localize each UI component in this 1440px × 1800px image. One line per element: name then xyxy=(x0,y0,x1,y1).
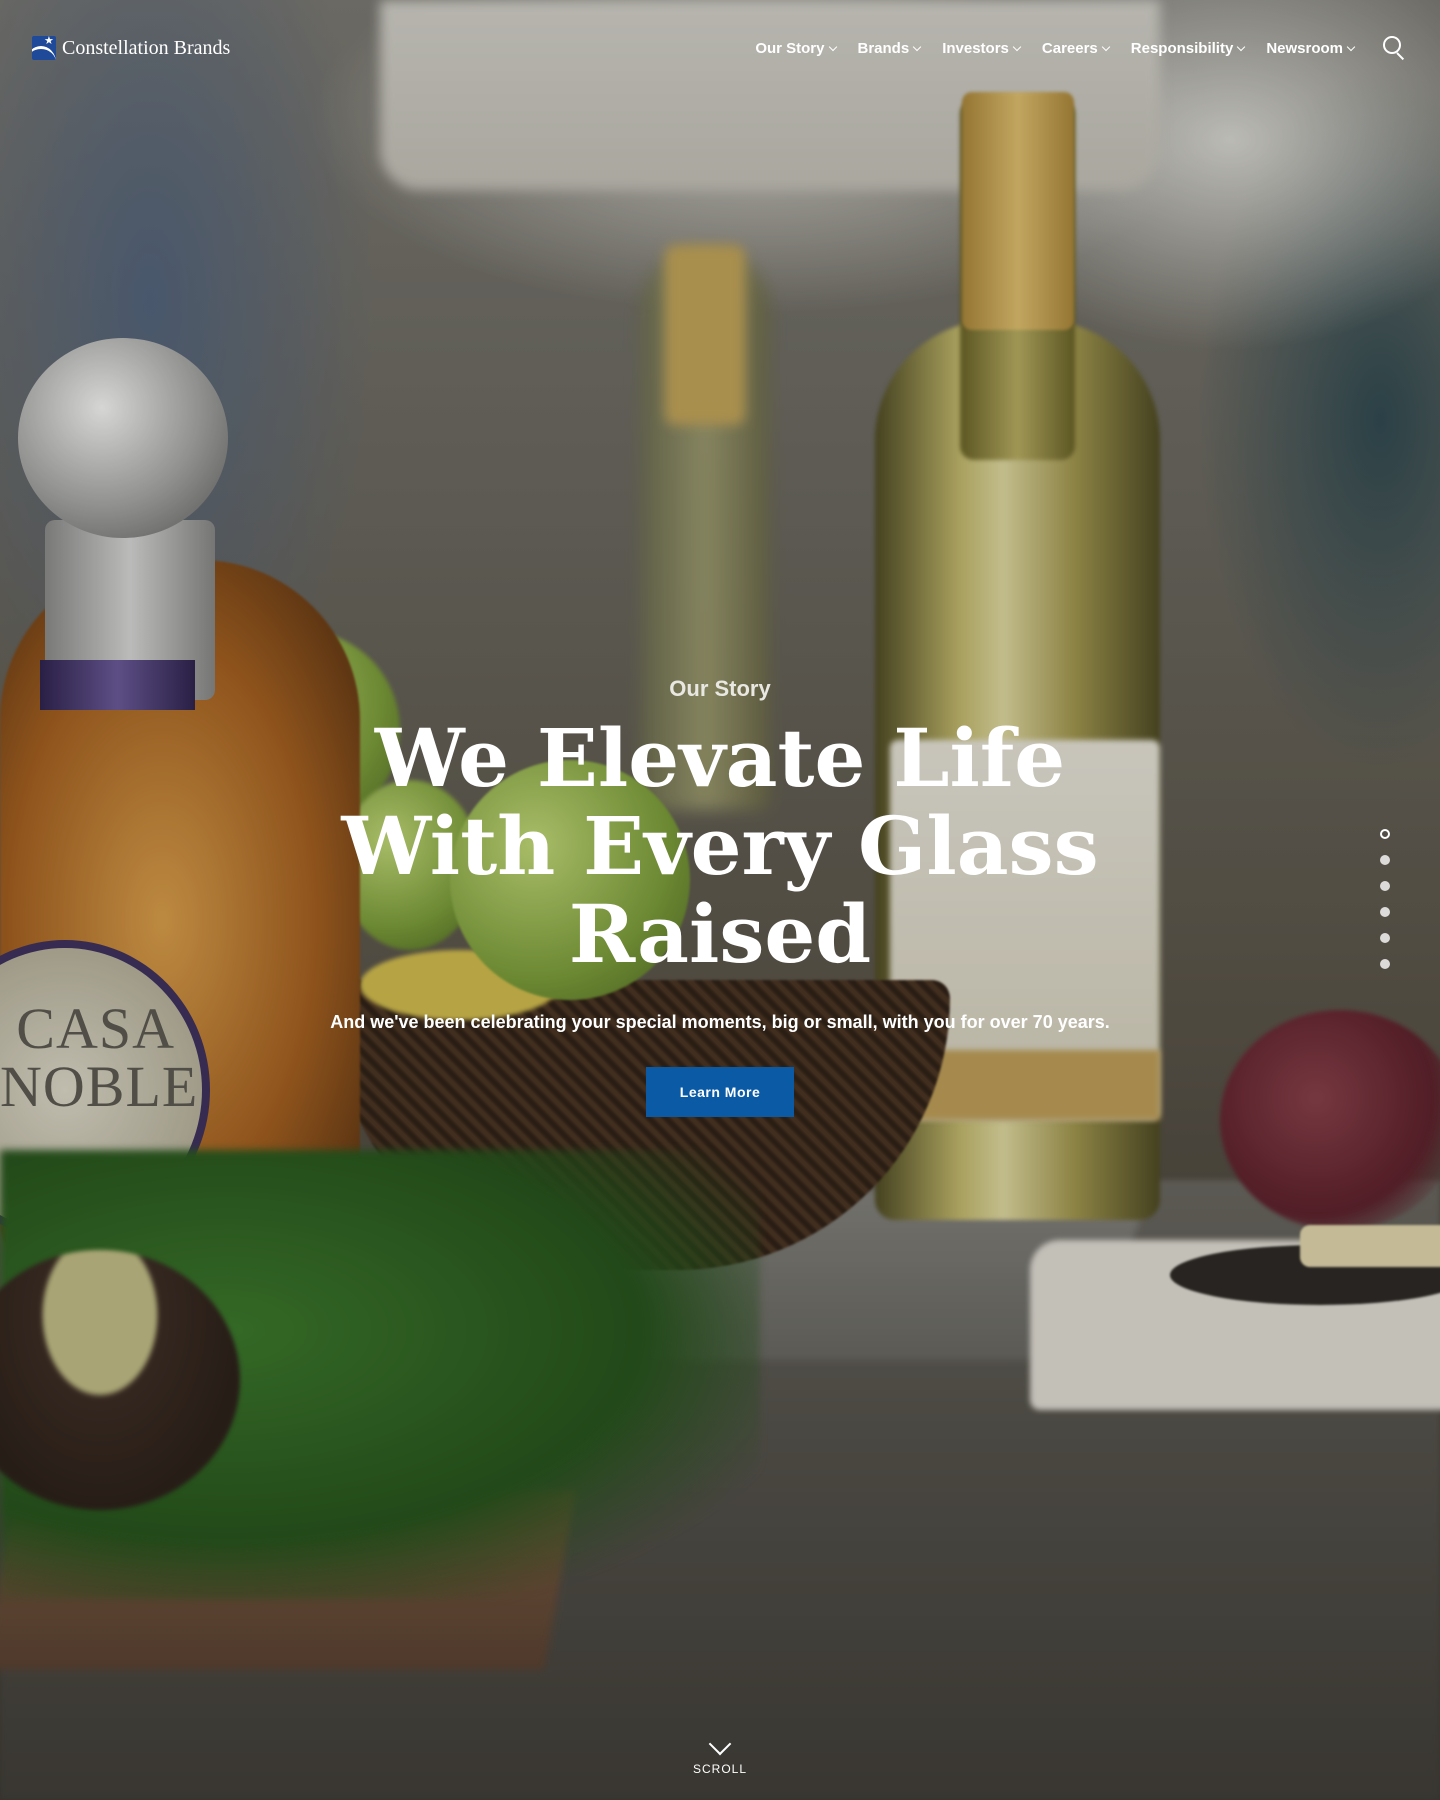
pagination-dot[interactable] xyxy=(1380,959,1390,969)
slide-pagination xyxy=(1380,829,1390,969)
background-bowl xyxy=(0,1250,240,1510)
site-header: Constellation Brands Our Story Brands In… xyxy=(0,0,1440,96)
hero-eyebrow: Our Story xyxy=(669,676,771,701)
background-cutting-board xyxy=(0,1490,576,1670)
background-tequila-stopper xyxy=(18,338,228,538)
nav-item-label: Brands xyxy=(857,39,910,57)
chevron-down-icon xyxy=(1346,42,1356,52)
background-plate xyxy=(1170,1245,1440,1305)
hero-headline: We Elevate Life With Every Glass Raised xyxy=(341,711,1099,981)
background-wine-bottle-rear-cap xyxy=(665,245,745,425)
nav-item-label: Newsroom xyxy=(1266,39,1343,57)
learn-more-button[interactable]: Learn More xyxy=(646,1067,794,1117)
chevron-down-icon xyxy=(1237,42,1246,52)
background-wine-bottle-cap xyxy=(962,92,1074,330)
main-nav: Our Story Brands Investors Careers Respo… xyxy=(755,35,1408,61)
pagination-dot[interactable] xyxy=(1380,933,1390,943)
nav-item-responsibility[interactable]: Responsibility xyxy=(1130,39,1246,57)
background-tequila-neck xyxy=(45,520,215,700)
nav-item-careers[interactable]: Careers xyxy=(1041,39,1111,57)
background-herbs xyxy=(0,1150,760,1600)
background-napkin xyxy=(1030,1240,1440,1410)
nav-item-label: Investors xyxy=(942,39,1009,57)
nav-item-label: Careers xyxy=(1041,39,1098,57)
hero-section: CASA NOBLE Constellation Brands Our Stor… xyxy=(0,0,1440,1800)
scroll-label: SCROLL xyxy=(692,1762,748,1776)
logo-link[interactable]: Constellation Brands xyxy=(32,36,230,60)
chevron-down-icon xyxy=(708,1732,732,1756)
nav-item-brands[interactable]: Brands xyxy=(857,39,922,57)
nav-item-label: Responsibility xyxy=(1130,39,1234,57)
background-cheese xyxy=(1300,1225,1440,1267)
chevron-down-icon xyxy=(912,42,922,52)
search-icon[interactable] xyxy=(1382,35,1408,61)
background-placemat xyxy=(569,1190,1151,1360)
hero-content: Our Story We Elevate Life With Every Gla… xyxy=(0,676,1440,1117)
chevron-down-icon xyxy=(1012,42,1022,52)
chevron-down-icon xyxy=(828,42,837,52)
pagination-dot[interactable] xyxy=(1380,855,1390,865)
background-table xyxy=(0,1180,1440,1800)
logo-text: Constellation Brands xyxy=(62,36,231,59)
background-wine-bottle-neck xyxy=(960,100,1075,460)
pagination-dot-active[interactable] xyxy=(1380,829,1390,839)
scroll-indicator[interactable]: SCROLL xyxy=(680,1732,760,1776)
nav-item-newsroom[interactable]: Newsroom xyxy=(1266,39,1356,57)
nav-item-our-story[interactable]: Our Story xyxy=(755,39,837,57)
nav-item-label: Our Story xyxy=(755,39,825,57)
logo-star-icon xyxy=(32,36,56,60)
pagination-dot[interactable] xyxy=(1380,907,1390,917)
pagination-dot[interactable] xyxy=(1380,881,1390,891)
hero-subline: And we've been celebrating your special … xyxy=(330,1012,1110,1032)
chevron-down-icon xyxy=(1101,42,1111,52)
nav-item-investors[interactable]: Investors xyxy=(942,39,1022,57)
